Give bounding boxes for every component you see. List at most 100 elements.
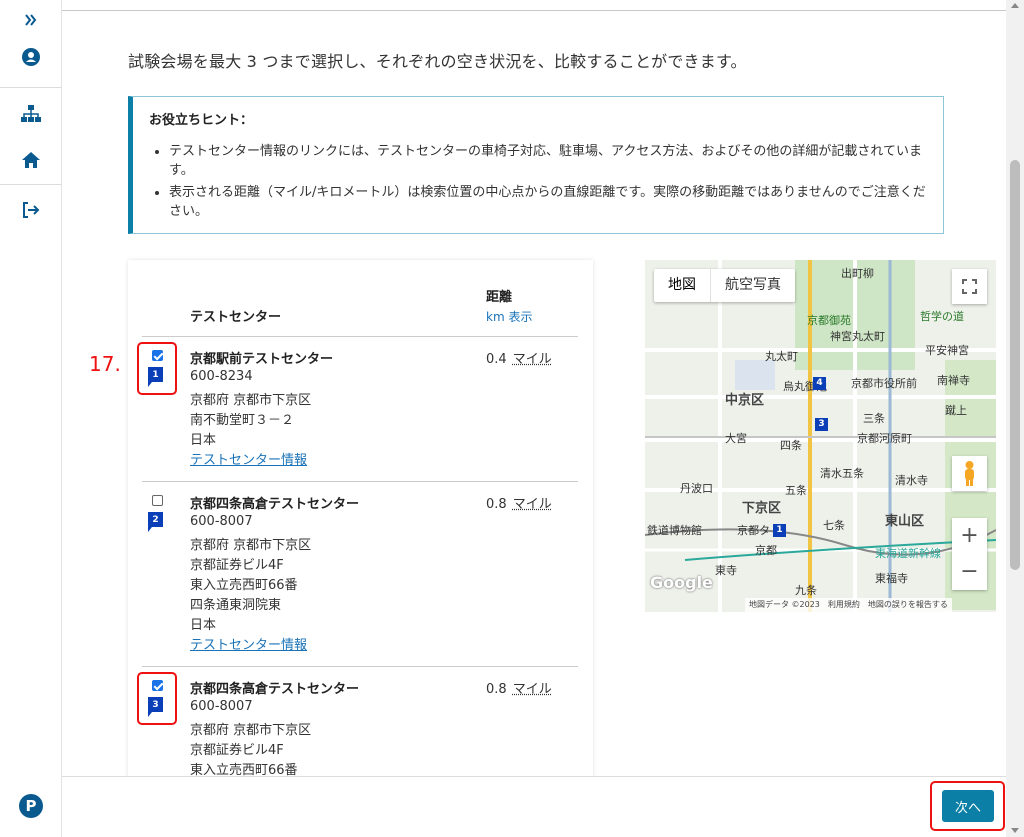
tab-map[interactable]: 地図: [654, 269, 711, 302]
address-line: 600-8234: [190, 369, 253, 384]
address-line: 日本: [190, 618, 217, 633]
fullscreen-button[interactable]: [952, 269, 987, 304]
select-checkbox[interactable]: [152, 495, 163, 506]
pearson-logo: P: [19, 794, 43, 818]
map-label: 東山区: [885, 514, 925, 529]
pegman-icon: [965, 461, 974, 486]
address-line: 京都府 京都市下京区: [190, 393, 312, 408]
step-annotation: 17.: [89, 352, 121, 376]
hint-list: テストセンター情報のリンクには、テストセンターの車椅子対応、駐車場、アクセス方法…: [169, 142, 927, 221]
table-row: 1 京都駅前テストセンター 600-8234 京都府 京都市下京区 南不動堂町３…: [128, 336, 593, 480]
map-label: 東海道新幹線: [875, 547, 941, 560]
select-checkbox[interactable]: [152, 680, 163, 691]
scroll-down-arrow[interactable]: [1011, 828, 1019, 833]
sidebar-divider: [0, 87, 62, 88]
map-label: 平安神宮: [925, 344, 969, 357]
distance-value: 0.8 マイル: [486, 493, 552, 512]
map-label: 東寺: [715, 564, 737, 577]
map-type-tabs: 地図 航空写真: [654, 269, 795, 302]
map-label: 九条: [795, 584, 817, 597]
hint-item: テストセンター情報のリンクには、テストセンターの車椅子対応、駐車場、アクセス方法…: [169, 142, 927, 180]
map-label: 三条: [863, 412, 885, 425]
map-footer: 地図データ ©2023 利用規約 地図の誤りを報告する: [745, 598, 952, 612]
home-button[interactable]: [0, 140, 62, 180]
expand-sidebar-button[interactable]: [0, 0, 62, 40]
distance-value: 0.8 マイル: [486, 678, 552, 697]
map-marker[interactable]: 4: [813, 377, 826, 390]
terms-link[interactable]: 利用規約: [828, 599, 860, 611]
distance-unit: マイル: [512, 497, 552, 512]
map-marker-flag: 3: [148, 697, 163, 717]
map-label: 京都河原町: [857, 432, 912, 445]
hint-title: お役立ちヒント：: [149, 113, 254, 128]
test-center-info-link[interactable]: テストセンター情報: [190, 449, 307, 468]
map-marker-flag: 1: [148, 367, 163, 387]
test-center-name: 京都四条高倉テストセンター: [190, 497, 360, 512]
tab-satellite[interactable]: 航空写真: [711, 269, 795, 302]
map-label: 東福寺: [875, 572, 908, 585]
intro-text: 試験会場を最大 3 つまで選択し、それぞれの空き状況を、比較することができます。: [128, 52, 747, 71]
map-marker[interactable]: 3: [815, 418, 828, 431]
map-view[interactable]: 京都御苑 中京区 下京区 東山区 丸太町 四条 五条 七条 京都 東寺 九条 東…: [645, 260, 996, 612]
map-label: 京都市役所前: [851, 377, 917, 390]
map-marker[interactable]: 1: [773, 524, 786, 537]
table-row: 3 京都四条高倉テストセンター 600-8007 京都府 京都市下京区 京都証券…: [128, 666, 593, 780]
map-label: 中京区: [725, 393, 765, 408]
logout-button[interactable]: [0, 190, 62, 230]
bottom-action-bar: [62, 776, 1006, 837]
column-header-test-center: テストセンター: [190, 310, 282, 325]
map-label: 下京区: [742, 501, 782, 516]
sidebar: P: [0, 0, 62, 837]
map-data-credit: 地図データ ©2023: [749, 600, 820, 609]
scroll-up-arrow[interactable]: [1011, 3, 1019, 8]
next-button[interactable]: 次へ: [942, 790, 994, 822]
test-center-name: 京都四条高倉テストセンター: [190, 682, 360, 697]
map-label: 清水寺: [895, 474, 928, 487]
test-center-info-link[interactable]: テストセンター情報: [190, 634, 307, 653]
street-view-pegman[interactable]: [952, 456, 987, 491]
table-row: 2 京都四条高倉テストセンター 600-8007 京都府 京都市下京区 京都証券…: [128, 481, 593, 666]
sign-out-icon: [23, 202, 40, 218]
distance-number: 0.4: [486, 352, 507, 367]
report-error-link[interactable]: 地図の誤りを報告する: [868, 599, 948, 611]
select-checkbox[interactable]: [152, 350, 163, 361]
map-label: 京都御苑: [807, 314, 851, 327]
zoom-in-button[interactable]: +: [952, 518, 987, 554]
map-label: 京都タ: [737, 524, 770, 537]
sidebar-divider: [0, 184, 62, 185]
map-label: 丸太町: [765, 350, 798, 363]
distance-value: 0.4 マイル: [486, 348, 552, 367]
address-line: 四条通東洞院東: [190, 598, 282, 613]
address-line: 南不動堂町３－２: [190, 413, 295, 428]
map-label: 南禅寺: [937, 374, 970, 387]
scrollbar-thumb[interactable]: [1010, 160, 1020, 570]
map-label: 四条: [780, 439, 802, 452]
distance-number: 0.8: [486, 682, 507, 697]
map-label: 神宮丸太町: [830, 330, 885, 343]
map-marker-flag: 2: [148, 512, 163, 532]
google-logo: Google: [650, 573, 713, 592]
home-icon: [22, 152, 40, 168]
address-line: 東入立売西町66番: [190, 578, 298, 593]
map-label: 出町柳: [841, 267, 874, 280]
address-line: 京都府 京都市下京区: [190, 538, 312, 553]
top-divider: [62, 0, 1006, 11]
sitemap-button[interactable]: [0, 94, 62, 134]
double-chevron-right-icon: [25, 14, 37, 26]
zoom-out-button[interactable]: −: [952, 554, 987, 590]
address-line: 日本: [190, 433, 217, 448]
user-circle-icon: [22, 48, 40, 66]
profile-button[interactable]: [0, 37, 62, 77]
map-label: 蹴上: [945, 404, 967, 417]
hint-box: お役立ちヒント： テストセンター情報のリンクには、テストセンターの車椅子対応、駐…: [128, 96, 944, 234]
address-line: 京都証券ビル4F: [190, 558, 284, 573]
map-label: 五条: [785, 484, 807, 497]
map-label: 鉄道博物館: [647, 524, 702, 537]
address-line: 京都府 京都市下京区: [190, 723, 312, 738]
map-label: 清水五条: [820, 467, 864, 480]
km-toggle-link[interactable]: km 表示: [486, 308, 532, 325]
address-line: 京都証券ビル4F: [190, 743, 284, 758]
map-label: 丹波口: [680, 482, 713, 495]
address-line: 600-8007: [190, 514, 253, 529]
column-header-distance: 距離: [486, 290, 513, 305]
